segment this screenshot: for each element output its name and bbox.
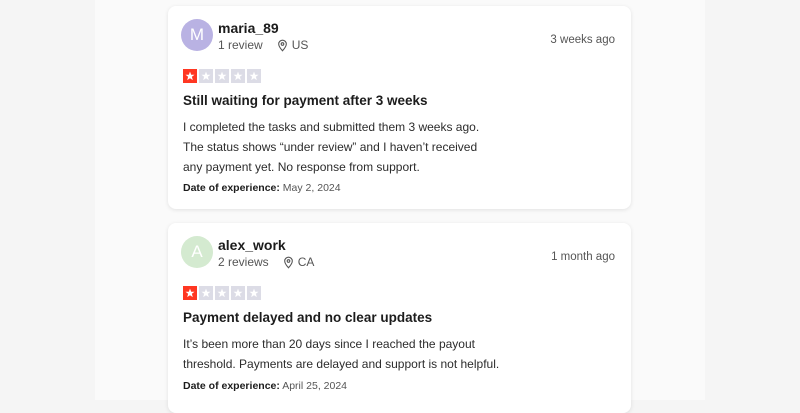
star-icon	[199, 286, 213, 300]
star-icon	[215, 69, 229, 83]
star-icon	[231, 286, 245, 300]
review-body: I completed the tasks and submitted them…	[183, 117, 513, 177]
reviewer-meta: 2 reviews CA	[218, 255, 314, 269]
review-body-line: threshold. Payments are delayed and supp…	[183, 357, 500, 371]
star-icon	[215, 286, 229, 300]
star-icon	[183, 69, 197, 83]
review-body-line: I completed the tasks and submitted them…	[183, 120, 480, 134]
avatar[interactable]: A	[181, 236, 213, 268]
review-title[interactable]: Still waiting for payment after 3 weeks	[183, 93, 428, 108]
date-value: May 2, 2024	[282, 182, 341, 194]
review-card: A alex_work 2 reviews CA 1 month ago Pay…	[168, 223, 631, 413]
star-icon	[199, 69, 213, 83]
star-rating	[183, 69, 261, 83]
reviewer-name[interactable]: maria_89	[218, 20, 279, 36]
date-value: April 25, 2024	[282, 380, 348, 392]
map-pin-icon	[283, 256, 294, 269]
reviewer-country: US	[291, 38, 309, 52]
avatar-letter: M	[189, 25, 205, 44]
review-time: 3 weeks ago	[550, 34, 615, 46]
review-body-line: The status shows “under review” and I ha…	[183, 140, 478, 154]
reviewer-name[interactable]: alex_work	[218, 237, 286, 253]
review-body: It’s been more than 20 days since I reac…	[183, 334, 513, 374]
map-pin-icon	[277, 39, 288, 52]
review-count: 1 review	[218, 38, 263, 52]
avatar[interactable]: M	[181, 19, 213, 51]
date-label: Date of experience:	[183, 380, 280, 392]
reviewer-meta: 1 review US	[218, 38, 308, 52]
star-icon	[183, 286, 197, 300]
review-body-line: It’s been more than 20 days since I reac…	[183, 337, 475, 351]
review-body-line: any payment yet. No response from suppor…	[183, 160, 420, 174]
review-card: M maria_89 1 review US 3 weeks ago Still…	[168, 6, 631, 209]
star-icon	[247, 69, 261, 83]
star-icon	[247, 286, 261, 300]
star-rating	[183, 286, 261, 300]
star-icon	[231, 69, 245, 83]
date-of-experience: Date of experience: May 2, 2024	[183, 182, 341, 194]
date-label: Date of experience:	[183, 182, 280, 194]
review-time: 1 month ago	[551, 251, 615, 263]
reviewer-country: CA	[297, 255, 315, 269]
review-title[interactable]: Payment delayed and no clear updates	[183, 310, 432, 325]
date-of-experience: Date of experience: April 25, 2024	[183, 380, 347, 392]
review-count: 2 reviews	[218, 255, 269, 269]
avatar-letter: A	[191, 242, 203, 261]
